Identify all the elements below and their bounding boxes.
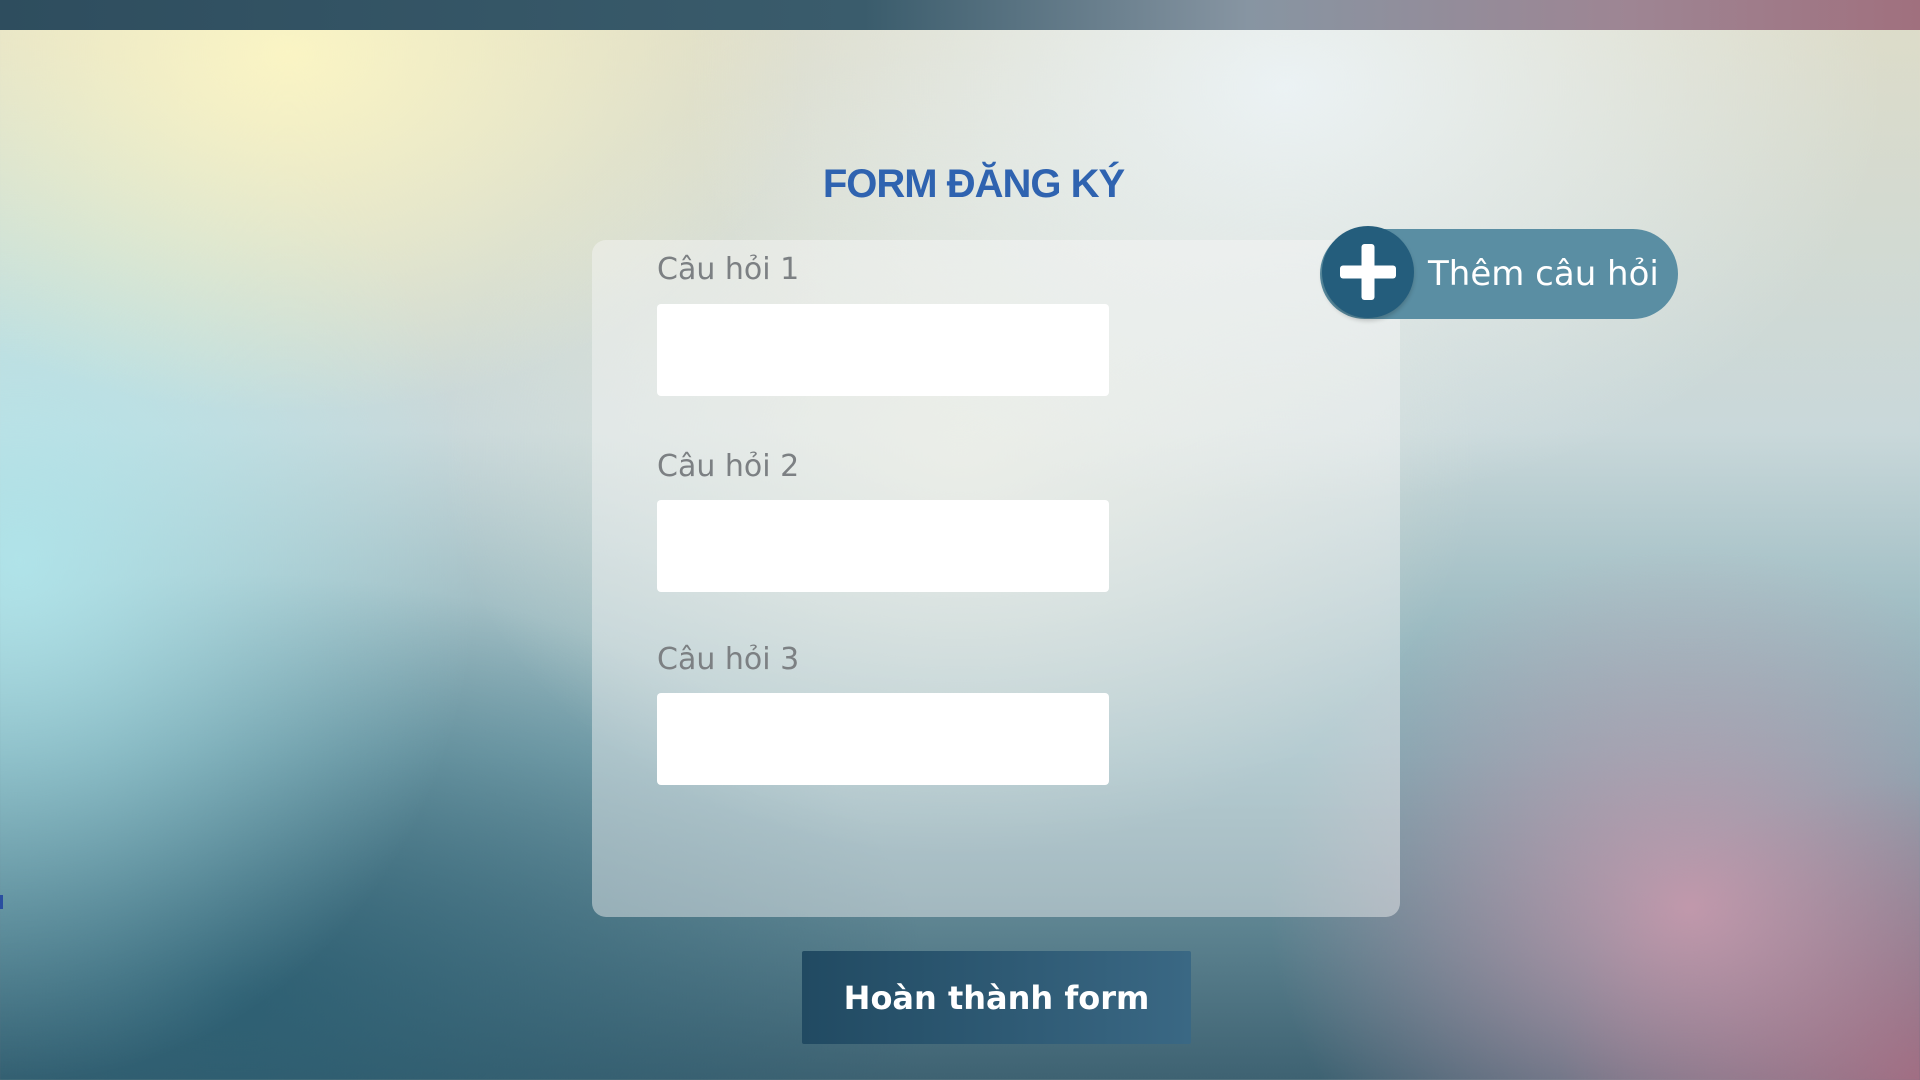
add-question-button[interactable]: Thêm câu hỏi (1320, 226, 1678, 319)
question-2-input[interactable] (657, 500, 1109, 592)
question-3-input[interactable] (657, 693, 1109, 785)
submit-form-button[interactable]: Hoàn thành form (802, 951, 1191, 1044)
question-3-label: Câu hỏi 3 (657, 642, 800, 677)
edge-marker (0, 895, 3, 909)
top-bar (0, 0, 1920, 30)
question-1-label: Câu hỏi 1 (657, 252, 800, 287)
form-title: FORM ĐĂNG KÝ (822, 162, 1125, 206)
plus-icon[interactable] (1322, 226, 1414, 318)
question-2-label: Câu hỏi 2 (657, 449, 800, 484)
add-question-label: Thêm câu hỏi (1428, 254, 1659, 294)
question-1-input[interactable] (657, 304, 1109, 396)
